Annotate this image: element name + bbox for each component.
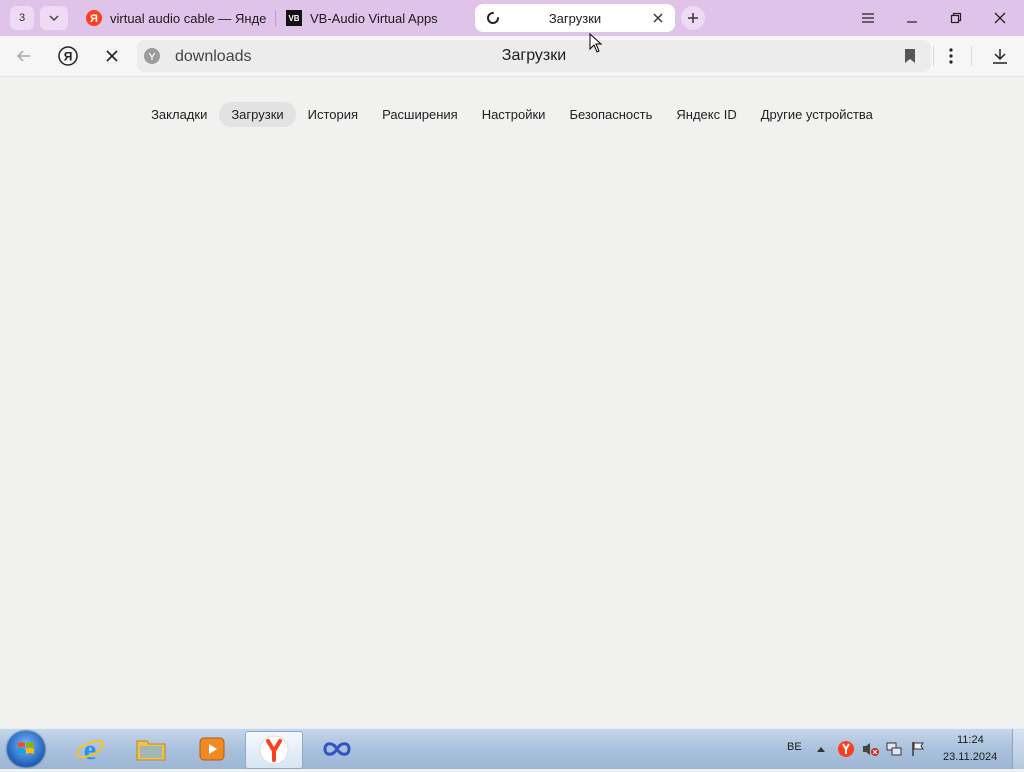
folder-icon	[136, 740, 166, 761]
nav-history[interactable]: История	[296, 102, 370, 127]
taskbar-app-infinity[interactable]	[309, 731, 365, 767]
tab-separator	[275, 10, 276, 26]
close-window-button[interactable]	[980, 4, 1020, 32]
tab-title: virtual audio cable — Яндекс	[110, 10, 266, 26]
close-tab-icon[interactable]	[651, 11, 665, 25]
nav-downloads[interactable]: Загрузки	[219, 101, 296, 127]
taskbar-explorer[interactable]	[123, 731, 179, 767]
minimize-button[interactable]	[892, 4, 932, 32]
yandex-browser-icon	[259, 735, 289, 765]
new-tab-button[interactable]	[681, 6, 705, 30]
taskbar-yandex-browser[interactable]	[245, 731, 303, 769]
internet-explorer-icon: e	[76, 735, 104, 764]
yandex-button[interactable]: Я	[54, 42, 82, 70]
settings-nav: Закладки Загрузки История Расширения Нас…	[0, 100, 1024, 128]
infinity-icon	[323, 742, 351, 756]
language-indicator[interactable]: BE	[787, 741, 802, 753]
close-icon	[106, 50, 118, 62]
tab-title: Загрузки	[548, 11, 602, 26]
show-desktop-button[interactable]	[1012, 729, 1024, 769]
browser-toolbar: Я Загрузки	[0, 36, 1024, 77]
taskbar-media-player[interactable]	[184, 731, 240, 767]
taskbar-internet-explorer[interactable]: e	[62, 731, 118, 767]
restore-icon	[950, 12, 962, 24]
minimize-icon	[907, 21, 917, 23]
action-center-flag-icon[interactable]	[910, 741, 926, 757]
loading-spinner-icon	[487, 12, 499, 24]
toolbar-divider	[933, 46, 934, 66]
yandex-icon: Я	[86, 10, 102, 26]
tab-downloads-active[interactable]: Загрузки	[475, 4, 675, 32]
start-button[interactable]	[7, 731, 45, 767]
nav-settings[interactable]: Настройки	[470, 102, 558, 127]
tab-title: VB-Audio Virtual Apps	[310, 10, 438, 26]
yandex-tray-icon[interactable]	[838, 741, 854, 757]
chevron-down-icon	[49, 15, 59, 22]
tab-counter[interactable]: 3	[10, 6, 34, 30]
windows-taskbar: e BE 11:24 23.11.2024	[0, 728, 1024, 769]
svg-text:Я: Я	[64, 50, 73, 64]
media-player-icon	[199, 737, 225, 761]
download-icon	[993, 49, 1007, 64]
plus-icon	[688, 13, 698, 23]
network-icon[interactable]	[886, 741, 902, 757]
windows-logo-icon	[18, 742, 34, 754]
tab-vb-audio[interactable]: VB VB-Audio Virtual Apps	[286, 4, 466, 32]
nav-security[interactable]: Безопасность	[557, 102, 664, 127]
clock-time[interactable]: 11:24	[957, 734, 984, 746]
volume-muted-icon[interactable]	[862, 741, 880, 757]
tab-list-button[interactable]	[40, 6, 68, 30]
address-bar[interactable]: Загрузки	[137, 40, 931, 72]
svg-text:VB: VB	[288, 14, 299, 23]
nav-bookmarks[interactable]: Закладки	[139, 102, 219, 127]
restore-button[interactable]	[936, 4, 976, 32]
bookmark-icon[interactable]	[903, 48, 917, 64]
menu-button[interactable]	[848, 4, 888, 32]
tab-yandex-search[interactable]: Я virtual audio cable — Яндекс	[86, 4, 266, 32]
tray-expand-icon[interactable]	[816, 745, 826, 753]
nav-extensions[interactable]: Расширения	[370, 102, 470, 127]
vb-audio-icon: VB	[286, 10, 302, 26]
toolbar-divider	[971, 46, 972, 66]
stop-loading-button[interactable]	[98, 42, 126, 70]
close-icon	[994, 12, 1006, 24]
mouse-cursor-icon	[589, 33, 603, 53]
arrow-left-icon	[16, 50, 30, 62]
clock-date[interactable]: 23.11.2024	[943, 751, 997, 763]
nav-other-devices[interactable]: Другие устройства	[749, 102, 885, 127]
more-options-button[interactable]	[937, 42, 965, 70]
hamburger-icon	[862, 13, 874, 23]
more-vertical-icon	[949, 48, 953, 64]
nav-yandex-id[interactable]: Яндекс ID	[664, 102, 748, 127]
tab-strip: 3 Я virtual audio cable — Яндекс VB VB-A…	[0, 0, 1024, 36]
address-input[interactable]	[173, 44, 477, 70]
downloads-button[interactable]	[986, 42, 1014, 70]
back-button[interactable]	[10, 42, 38, 70]
svg-text:Я: Я	[90, 13, 98, 25]
yandex-logo-icon: Я	[58, 46, 78, 66]
svg-text:e: e	[84, 735, 96, 764]
browser-page-icon	[144, 48, 160, 64]
